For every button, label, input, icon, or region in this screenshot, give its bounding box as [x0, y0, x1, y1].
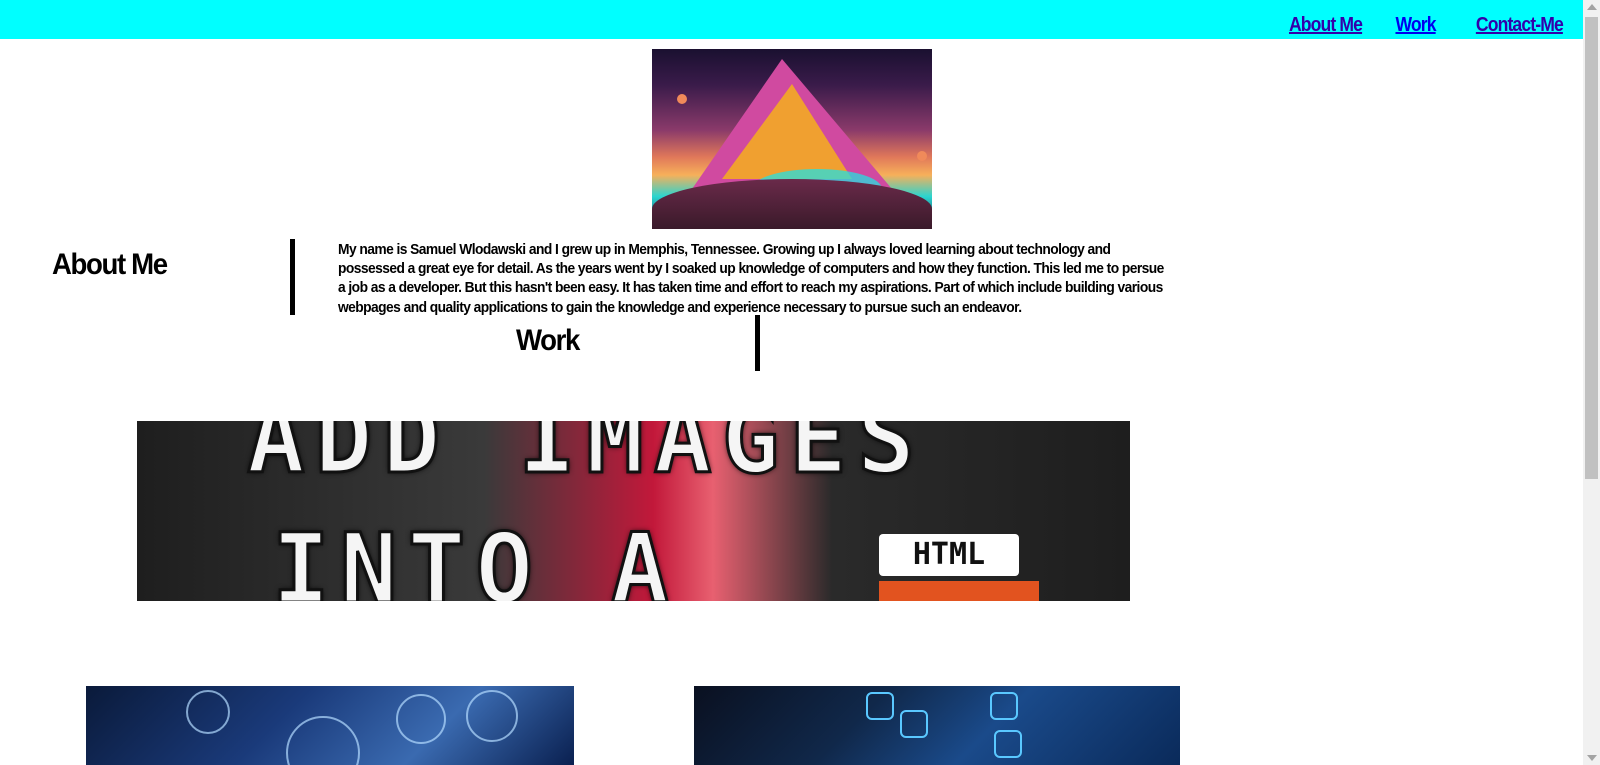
banner-orange-block: [879, 581, 1039, 601]
header-bar: About Me Work Contact-Me: [0, 0, 1583, 39]
about-me-heading: About Me: [52, 248, 168, 281]
tech-ring: [396, 694, 446, 744]
work-card-image-tech[interactable]: [86, 686, 574, 765]
scroll-down-icon[interactable]: [1587, 755, 1597, 761]
banner-text-line1: ADD IMAGES: [246, 421, 925, 497]
tech-ring: [186, 690, 230, 734]
lock-icon: [990, 692, 1018, 720]
page: About Me Work Contact-Me About Me My nam…: [0, 0, 1600, 765]
about-me-text: My name is Samuel Wlodawski and I grew u…: [338, 241, 1164, 316]
hero-orb: [917, 151, 927, 161]
work-card-image-security[interactable]: [694, 686, 1180, 765]
hero-image: [652, 49, 932, 229]
tech-ring: [466, 690, 518, 742]
work-divider: [755, 315, 760, 371]
nav-link-work[interactable]: Work: [1396, 14, 1437, 37]
hero-mountain-peak: [722, 84, 852, 179]
work-banner-image[interactable]: ADD IMAGES INTO A HTML: [137, 421, 1130, 601]
scrollbar-thumb[interactable]: [1585, 17, 1598, 479]
lock-icon: [900, 710, 928, 738]
mail-icon: [994, 730, 1022, 758]
scroll-up-icon[interactable]: [1587, 4, 1597, 10]
banner-text-line2: INTO A: [271, 512, 679, 602]
tech-ring: [286, 716, 360, 765]
vertical-scrollbar[interactable]: [1583, 0, 1600, 765]
banner-html-tag: HTML: [879, 534, 1019, 576]
nav-link-about-me[interactable]: About Me: [1289, 14, 1363, 37]
work-heading: Work: [516, 324, 580, 357]
hero-orb: [677, 94, 687, 104]
main-nav: About Me Work Contact-Me: [1279, 14, 1583, 37]
nav-link-contact-me[interactable]: Contact-Me: [1476, 14, 1564, 37]
about-divider: [290, 239, 295, 315]
lock-icon: [866, 692, 894, 720]
